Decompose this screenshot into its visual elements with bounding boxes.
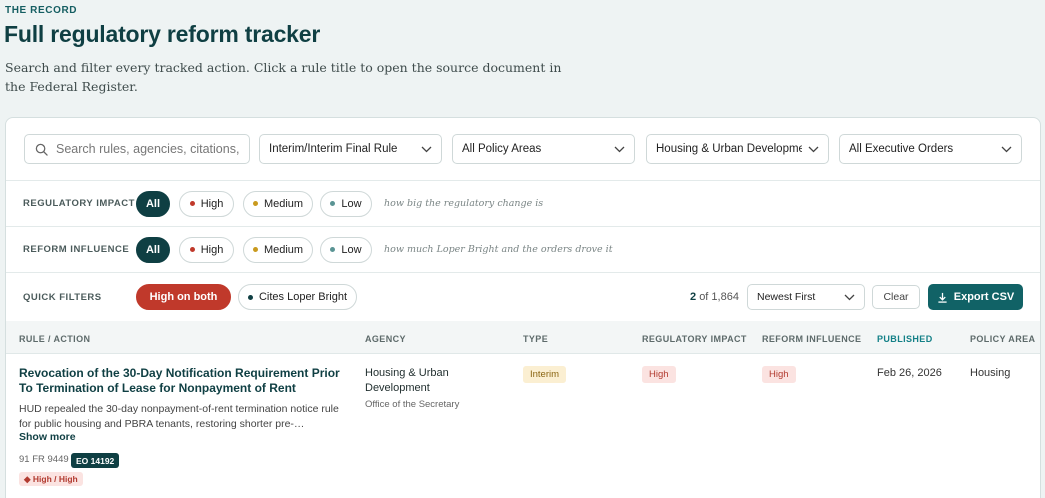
sort-select[interactable]: Newest First [747, 284, 865, 310]
impact-filter-low[interactable]: Low [320, 190, 372, 217]
clear-button-label: Clear [883, 291, 909, 303]
influence-filter-all-label: All [145, 243, 161, 256]
col-reform-influence[interactable]: REFORM INFLUENCE [762, 334, 861, 344]
influence-filter-low-label: Low [341, 243, 362, 256]
agency-select-value: Housing & Urban Development [656, 143, 802, 155]
executive-order-select[interactable]: All Executive Orders [839, 134, 1022, 164]
impact-filter-low-label: Low [341, 197, 362, 210]
reform-influence-row: REFORM INFLUENCE All High Medium Low how… [6, 227, 1040, 273]
rule-description: HUD repealed the 30-day nonpayment-of-re… [19, 403, 339, 430]
influence-filter-low[interactable]: Low [320, 236, 372, 263]
reform-influence-label: REFORM INFLUENCE [23, 244, 130, 255]
loper-dot-icon [247, 294, 253, 300]
agency-office: Office of the Secretary [365, 399, 460, 410]
result-count: 2 of 1,864 [690, 291, 739, 303]
tracker-panel: Interim/Interim Final Rule All Policy Ar… [5, 117, 1041, 498]
influence-filter-all[interactable]: All [136, 236, 170, 263]
high-on-both-filter[interactable]: High on both [136, 284, 231, 310]
medium-dot-icon [252, 247, 258, 252]
quick-filters-label: QUICK FILTERS [23, 291, 102, 303]
search-input[interactable] [56, 142, 241, 156]
export-csv-button[interactable]: Export CSV [928, 284, 1023, 310]
chevron-down-icon [808, 146, 819, 152]
search-box[interactable] [24, 134, 250, 164]
eyebrow: THE RECORD [5, 5, 78, 16]
high-on-both-label: High on both [149, 291, 218, 303]
impact-filter-high-label: High [200, 197, 224, 210]
show-more-link[interactable]: Show more [19, 431, 76, 443]
col-rule-action[interactable]: RULE / ACTION [19, 334, 90, 344]
eo-tag: EO 14192 [71, 453, 120, 468]
col-published[interactable]: PUBLISHED [877, 334, 933, 344]
type-select-value: Interim/Interim Final Rule [269, 143, 398, 155]
low-dot-icon [330, 247, 336, 252]
impact-filter-all-label: All [145, 197, 161, 210]
agency-name: Housing & Urban Development [365, 367, 449, 394]
regulatory-impact-row: REGULATORY IMPACT All High Medium Low ho… [6, 181, 1040, 227]
influence-filter-high[interactable]: High [179, 236, 234, 263]
regulatory-impact-hint: how big the regulatory change is [384, 198, 544, 209]
quick-filters-row: QUICK FILTERS High on both Cites Loper B… [6, 273, 1040, 321]
regulatory-impact-badge: High [642, 366, 676, 383]
medium-dot-icon [252, 201, 258, 206]
influence-filter-medium[interactable]: Medium [243, 236, 313, 263]
export-csv-label: Export CSV [953, 291, 1015, 303]
high-dot-icon [189, 247, 195, 252]
col-policy-area[interactable]: POLICY AREA [970, 334, 1035, 344]
influence-filter-medium-label: Medium [263, 243, 304, 256]
regulatory-impact-label: REGULATORY IMPACT [23, 198, 135, 209]
download-icon [938, 292, 947, 303]
high-high-tag: ◆ High / High [19, 472, 83, 486]
filter-bar: Interim/Interim Final Rule All Policy Ar… [6, 118, 1040, 181]
type-badge: Interim [523, 366, 567, 383]
executive-order-select-value: All Executive Orders [849, 143, 954, 155]
chevron-down-icon [844, 294, 855, 300]
chevron-down-icon [1001, 146, 1012, 152]
type-select[interactable]: Interim/Interim Final Rule [259, 134, 442, 164]
rule-title-link[interactable]: Revocation of the 30-Day Notification Re… [19, 366, 349, 396]
influence-filter-high-label: High [200, 243, 224, 256]
clear-button[interactable]: Clear [872, 285, 920, 309]
table-header: RULE / ACTION AGENCY TYPE REGULATORY IMP… [6, 321, 1040, 354]
result-count-shown: 2 [690, 291, 697, 303]
policy-area-select[interactable]: All Policy Areas [452, 134, 635, 164]
low-dot-icon [330, 201, 336, 206]
cites-loper-bright-label: Cites Loper Bright [258, 291, 348, 303]
impact-filter-medium[interactable]: Medium [243, 190, 313, 217]
col-agency[interactable]: AGENCY [365, 334, 406, 344]
col-regulatory-impact[interactable]: REGULATORY IMPACT [642, 334, 747, 344]
search-icon [35, 143, 48, 156]
cites-loper-bright-filter[interactable]: Cites Loper Bright [238, 284, 357, 310]
reform-influence-hint: how much Loper Bright and the orders dro… [384, 244, 613, 255]
high-dot-icon [189, 201, 195, 206]
page-title: Full regulatory reform tracker [4, 21, 321, 47]
fr-citation: 91 FR 9449 [19, 454, 69, 465]
chevron-down-icon [421, 146, 432, 152]
col-type[interactable]: TYPE [523, 334, 548, 344]
page-intro: Search and filter every tracked action. … [5, 60, 562, 94]
published-date: Feb 26, 2026 [877, 367, 942, 379]
chevron-down-icon [614, 146, 625, 152]
policy-area-select-value: All Policy Areas [462, 143, 542, 155]
impact-filter-all[interactable]: All [136, 190, 170, 217]
reform-influence-badge: High [762, 366, 796, 383]
agency-select[interactable]: Housing & Urban Development [646, 134, 829, 164]
policy-area: Housing [970, 367, 1011, 379]
impact-filter-high[interactable]: High [179, 190, 234, 217]
impact-filter-medium-label: Medium [263, 197, 304, 210]
sort-select-value: Newest First [757, 291, 816, 303]
result-count-total: of 1,864 [699, 291, 739, 303]
